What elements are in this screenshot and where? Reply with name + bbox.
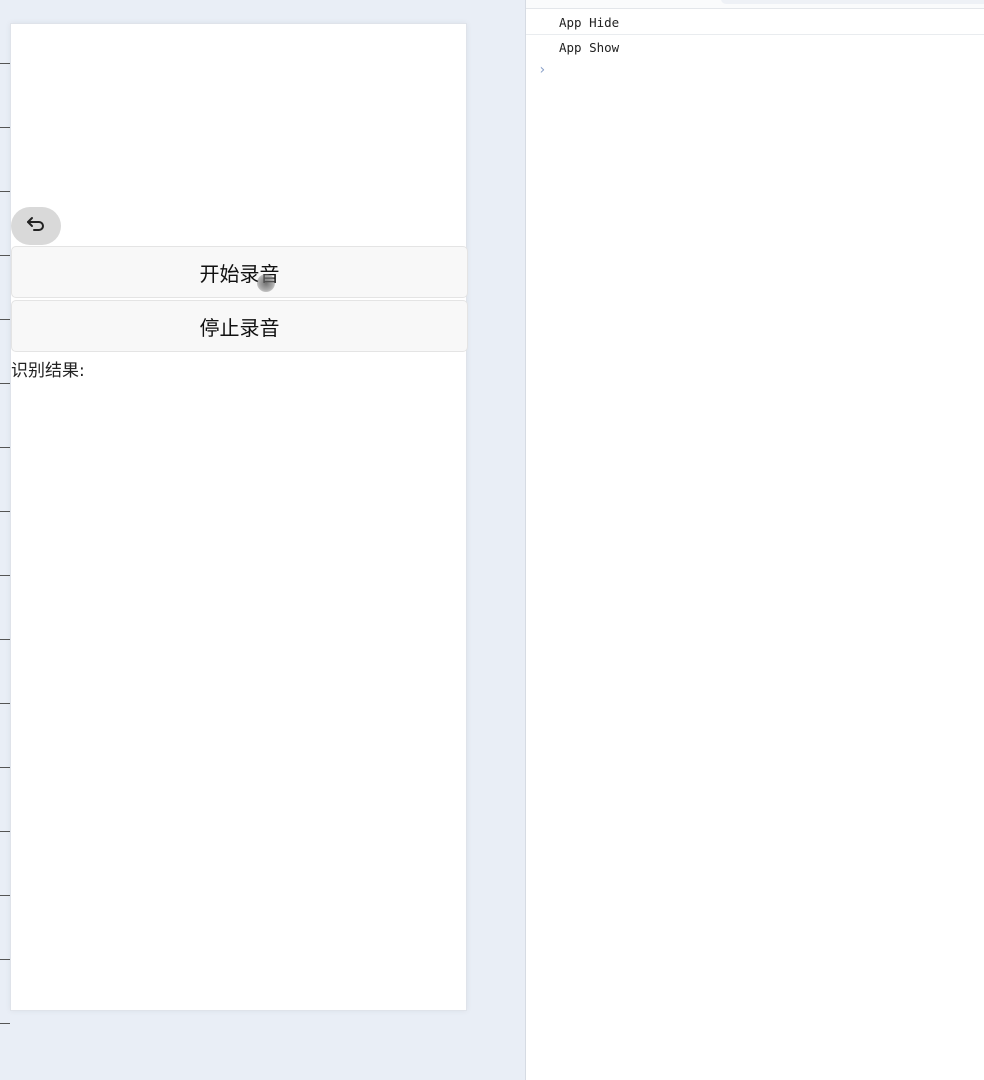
ruler-tick [0, 127, 10, 128]
ruler-tick [0, 191, 10, 192]
ruler-tick [0, 383, 10, 384]
console-panel: App Hide App Show › [525, 0, 984, 1080]
phone-screen: 开始录音 停止录音 识别结果: [10, 23, 468, 1011]
ruler-tick [0, 63, 10, 64]
ruler-tick [0, 959, 10, 960]
ruler-tick [0, 447, 10, 448]
console-filter-input[interactable] [721, 0, 984, 4]
ruler-tick [0, 319, 10, 320]
ruler-tick [0, 767, 10, 768]
simulator-preview-area: 开始录音 停止录音 识别结果: [0, 0, 525, 1080]
ruler-tick [0, 703, 10, 704]
ruler-tick [0, 895, 10, 896]
stop-recording-button[interactable]: 停止录音 [11, 300, 468, 352]
touch-cursor [257, 274, 275, 292]
undo-arrow-icon [25, 215, 47, 237]
ruler-tick [0, 255, 10, 256]
recognition-result-label: 识别结果: [11, 361, 85, 381]
back-button[interactable] [11, 207, 61, 245]
start-recording-button[interactable]: 开始录音 [11, 246, 468, 298]
ruler-tick [0, 1023, 10, 1024]
console-log-line: App Hide [526, 11, 984, 35]
ruler-tick [0, 511, 10, 512]
ruler-tick [0, 575, 10, 576]
console-toolbar [526, 0, 984, 9]
ruler-tick [0, 639, 10, 640]
console-log-line: App Show [559, 40, 620, 55]
ruler-tick [0, 831, 10, 832]
chevron-right-icon[interactable]: › [538, 62, 546, 78]
